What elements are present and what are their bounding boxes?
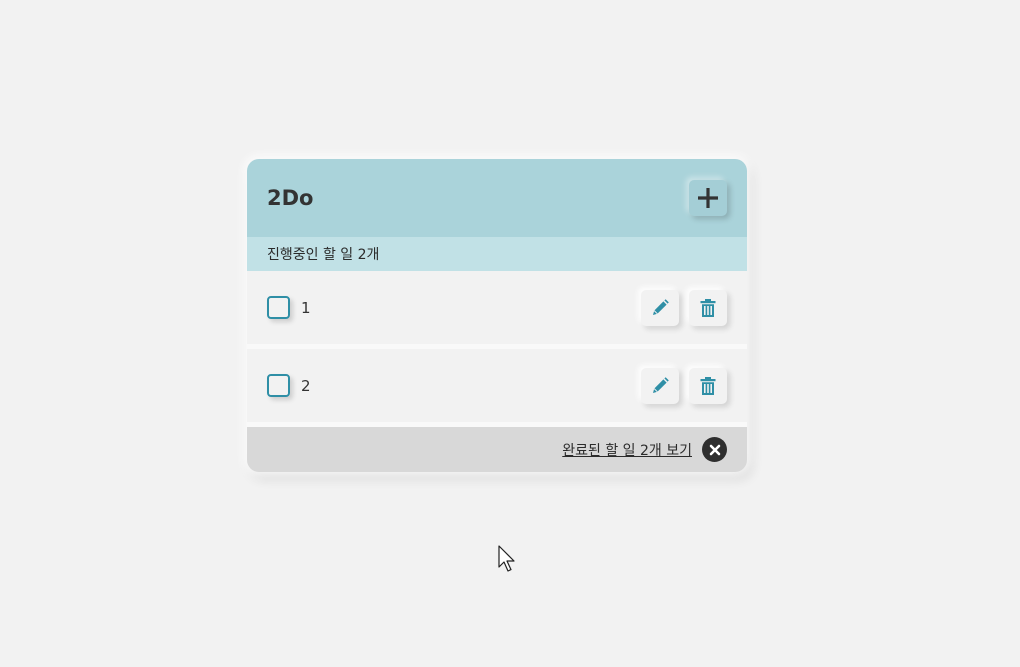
todo-checkbox[interactable] — [267, 374, 290, 397]
todo-item: 1 — [247, 271, 747, 349]
plus-icon — [698, 188, 718, 208]
active-todo-count: 진행중인 할 일 2개 — [247, 237, 747, 271]
trash-icon — [700, 376, 716, 395]
todo-item: 2 — [247, 349, 747, 427]
todo-footer: 완료된 할 일 2개 보기 — [247, 427, 747, 472]
mouse-cursor-icon — [498, 545, 515, 572]
close-button[interactable] — [702, 437, 727, 462]
todo-text: 1 — [301, 298, 311, 317]
active-todo-count-text: 진행중인 할 일 2개 — [267, 247, 380, 263]
todo-text: 2 — [301, 376, 311, 395]
close-icon — [709, 444, 720, 455]
todo-checkbox[interactable] — [267, 296, 290, 319]
pencil-icon — [653, 298, 669, 315]
pencil-icon — [653, 376, 669, 393]
add-todo-button[interactable] — [689, 180, 727, 216]
todo-header: 2Do — [247, 159, 747, 237]
delete-todo-button[interactable] — [689, 289, 727, 326]
todo-list: 1 2 — [247, 271, 747, 427]
app-title: 2Do — [267, 186, 314, 210]
show-completed-link[interactable]: 완료된 할 일 2개 보기 — [562, 440, 692, 460]
delete-todo-button[interactable] — [689, 367, 727, 404]
trash-icon — [700, 298, 716, 317]
todo-card: 2Do 진행중인 할 일 2개 1 2 완료된 할 일 2개 보기 — [247, 159, 747, 472]
edit-todo-button[interactable] — [641, 289, 679, 326]
edit-todo-button[interactable] — [641, 367, 679, 404]
